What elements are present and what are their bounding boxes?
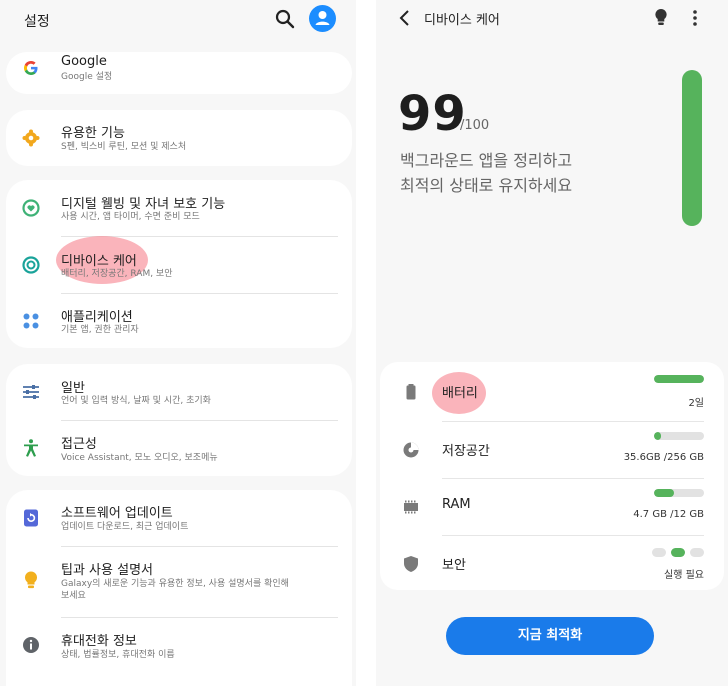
menu-item-subtitle: 상태, 법률정보, 휴대전화 이름 (61, 650, 175, 660)
battery-bar (654, 375, 704, 383)
row-battery[interactable]: 배터리 2일 (380, 364, 724, 421)
menu-item-useful-features[interactable]: 유용한 기능 S펜, 빅스비 루틴, 모션 및 제스처 (6, 110, 352, 166)
row-label: 보안 (442, 558, 466, 573)
row-label: RAM (442, 497, 471, 512)
storage-pie-icon (403, 442, 419, 458)
wellbeing-heart-icon (22, 199, 40, 217)
page-title: 디바이스 케어 (424, 13, 500, 28)
score-level-bar (682, 70, 702, 226)
back-arrow-icon[interactable] (398, 9, 412, 27)
menu-item-accessibility[interactable]: 접근성 Voice Assistant, 모노 오디오, 보조메뉴 (6, 421, 352, 476)
menu-item-subtitle: 배터리, 저장공간, RAM, 보안 (61, 269, 173, 279)
row-storage[interactable]: 저장공간 35.6GB /256 GB (380, 422, 724, 479)
menu-item-software-update[interactable]: 소프트웨어 업데이트 업데이트 다운로드, 최근 업데이트 (6, 490, 352, 546)
row-security[interactable]: 보안 실행 필요 (380, 536, 724, 593)
menu-item-title: 일반 (61, 381, 85, 396)
google-icon (24, 61, 38, 75)
software-card: 소프트웨어 업데이트 업데이트 다운로드, 최근 업데이트 팁과 사용 설명서 … (6, 490, 352, 686)
menu-item-title: 소프트웨어 업데이트 (61, 506, 173, 521)
battery-bar-fill (654, 375, 704, 383)
row-label: 저장공간 (442, 444, 490, 459)
status-card: 배터리 2일 저장공간 35.6GB /256 GB RAM 4.7 GB /1… (380, 362, 724, 590)
status-message-line: 최적의 상태로 유지하세요 (400, 176, 573, 195)
device-care-header: 디바이스 케어 (376, 0, 728, 36)
menu-item-subtitle: 업데이트 다운로드, 최근 업데이트 (61, 522, 189, 532)
menu-item-tips[interactable]: 팁과 사용 설명서 Galaxy의 새로운 기능과 유용한 정보, 사용 설명서… (6, 547, 352, 616)
menu-item-subtitle-cont: 보세요 (61, 591, 86, 601)
useful-card: 유용한 기능 S펜, 빅스비 루틴, 모션 및 제스처 (6, 110, 352, 166)
storage-bar-fill (654, 432, 661, 440)
menu-item-title: 디바이스 케어 (61, 254, 137, 269)
lightbulb-icon (24, 571, 38, 589)
status-message: 백그라운드 앱을 정리하고 최적의 상태로 유지하세요 (400, 148, 630, 198)
accessibility-person-icon (24, 439, 38, 457)
menu-item-phone-info[interactable]: 휴대전화 정보 상태, 법률정보, 휴대전화 이름 (6, 618, 352, 678)
menu-item-subtitle: 기본 앱, 권한 관리자 (61, 325, 139, 335)
info-icon (23, 637, 39, 653)
sliders-icon (23, 385, 39, 399)
storage-value: 35.6GB /256 GB (623, 452, 704, 463)
status-dot (652, 548, 666, 557)
google-card: Google Google 설정 (6, 52, 352, 94)
more-options-icon[interactable] (692, 9, 698, 27)
ram-bar-fill (654, 489, 674, 497)
menu-item-digital-wellbeing[interactable]: 디지털 웰빙 및 자녀 보호 기능 사용 시간, 앱 타이머, 수면 준비 모드 (6, 180, 352, 236)
security-status-dots (652, 548, 704, 558)
page-title: 설정 (24, 14, 50, 30)
storage-bar (654, 432, 704, 440)
shield-icon (404, 556, 418, 572)
general-card: 일반 언어 및 입력 방식, 날짜 및 시간, 초기화 접근성 Voice As… (6, 364, 352, 476)
ram-bar (654, 489, 704, 497)
menu-item-general[interactable]: 일반 언어 및 입력 방식, 날짜 및 시간, 초기화 (6, 364, 352, 420)
menu-item-title: 유용한 기능 (61, 126, 125, 141)
device-score: 99 (398, 86, 467, 142)
status-message-line: 백그라운드 앱을 정리하고 (400, 151, 573, 170)
menu-item-title: 휴대전화 정보 (61, 634, 137, 649)
row-ram[interactable]: RAM 4.7 GB /12 GB (380, 479, 724, 536)
menu-item-title: 애플리케이션 (61, 310, 133, 325)
status-dot-active (671, 548, 685, 557)
profile-avatar-icon[interactable] (309, 5, 336, 32)
search-icon[interactable] (274, 8, 296, 30)
menu-item-title: 디지털 웰빙 및 자녀 보호 기능 (61, 197, 226, 212)
menu-item-subtitle: Voice Assistant, 모노 오디오, 보조메뉴 (61, 453, 218, 463)
menu-item-google[interactable]: Google Google 설정 (6, 52, 352, 94)
settings-header: 설정 (0, 0, 356, 40)
device-score-max: /100 (460, 118, 490, 133)
software-update-icon (24, 509, 38, 527)
menu-item-applications[interactable]: 애플리케이션 기본 앱, 권한 관리자 (6, 293, 352, 348)
menu-item-subtitle: Galaxy의 새로운 기능과 유용한 정보, 사용 설명서를 확인해 (61, 579, 289, 589)
menu-item-title: Google (61, 54, 107, 69)
ram-value: 4.7 GB /12 GB (633, 509, 704, 520)
lightbulb-icon[interactable] (654, 8, 668, 28)
menu-item-subtitle: 언어 및 입력 방식, 날짜 및 시간, 초기화 (61, 396, 211, 406)
device-care-screen: 디바이스 케어 99 /100 백그라운드 앱을 정리하고 최적의 상태로 유지… (376, 0, 728, 686)
menu-item-title: 접근성 (61, 437, 97, 452)
wellbeing-card: 디지털 웰빙 및 자녀 보호 기능 사용 시간, 앱 타이머, 수면 준비 모드… (6, 180, 352, 348)
battery-icon (406, 384, 416, 400)
apps-grid-icon (23, 313, 39, 329)
menu-item-subtitle: Google 설정 (61, 72, 113, 82)
puzzle-gear-icon (22, 129, 40, 147)
device-care-icon (22, 256, 40, 274)
ram-chip-icon (404, 500, 418, 514)
status-dot (690, 548, 704, 557)
optimize-now-button[interactable]: 지금 최적화 (446, 617, 654, 655)
menu-item-subtitle: S펜, 빅스비 루틴, 모션 및 제스처 (61, 142, 187, 152)
security-value: 실행 필요 (664, 570, 704, 581)
menu-item-device-care[interactable]: 디바이스 케어 배터리, 저장공간, RAM, 보안 (6, 237, 352, 293)
menu-item-title: 팁과 사용 설명서 (61, 563, 153, 578)
settings-screen: 설정 Google Google 설정 유용한 기능 S펜, 빅스비 루틴, 모… (0, 0, 356, 686)
row-label: 배터리 (442, 386, 478, 401)
battery-value: 2일 (688, 398, 704, 409)
menu-item-subtitle: 사용 시간, 앱 타이머, 수면 준비 모드 (61, 212, 200, 222)
